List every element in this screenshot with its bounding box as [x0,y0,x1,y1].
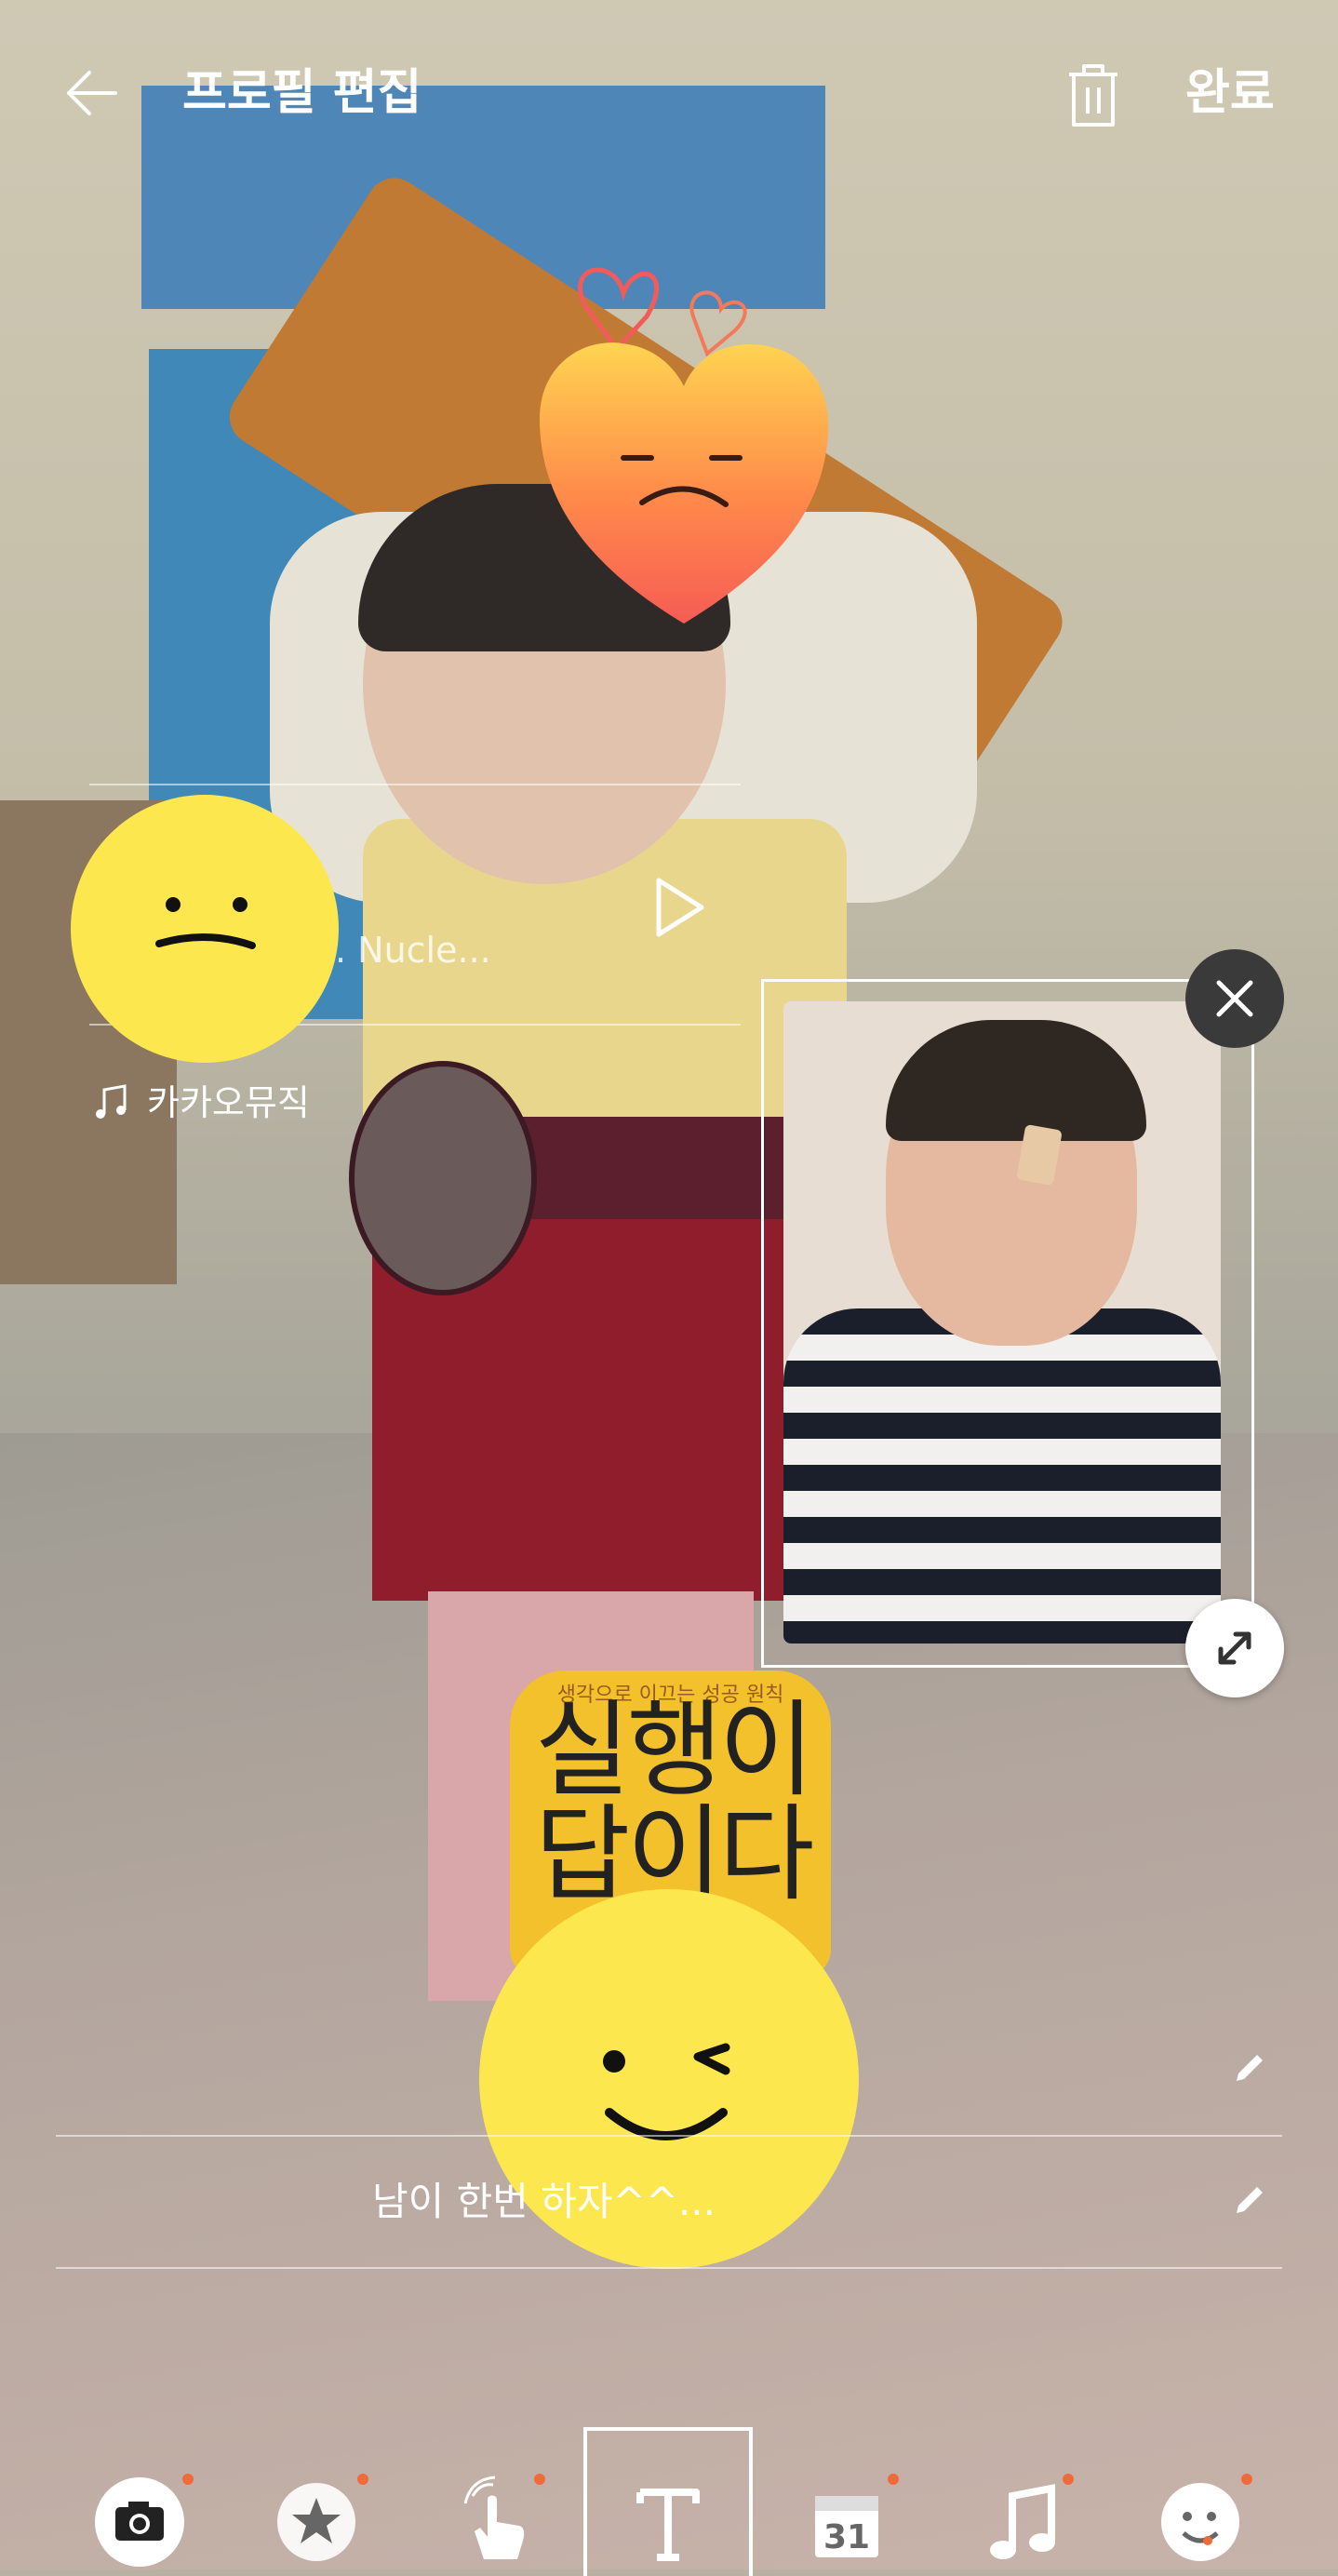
sticker-icon [277,2483,355,2561]
text-icon [636,2489,700,2561]
calendar-button[interactable]: 31 [800,2475,893,2569]
camera-button[interactable] [93,2475,186,2569]
kakao-music-label: 카카오뮤직 [147,1082,310,1123]
music-song-title: . Nucle... [335,930,491,971]
calendar-new-dot [888,2474,899,2485]
child-photo-sticker[interactable] [783,1001,1221,1644]
name-divider [56,2135,1282,2137]
neutral-face-icon [155,897,256,949]
calendar-icon: 31 [815,2496,878,2557]
camera-new-dot [182,2474,194,2485]
emoticon-button[interactable] [1154,2475,1247,2569]
gesture-icon [463,2475,525,2559]
gesture-new-dot [534,2474,545,2485]
heart-face-sticker[interactable] [535,251,833,624]
back-arrow-icon[interactable] [63,65,119,121]
calendar-day-label: 31 [823,2518,870,2556]
gesture-button[interactable] [447,2475,540,2569]
bottom-toolbar: 31 [0,2420,1338,2569]
trash-icon[interactable] [1065,61,1121,128]
emoticon-icon [1161,2483,1239,2561]
resize-arrows-icon [1218,1631,1251,1665]
music-top-divider [89,784,741,785]
music-new-dot [1063,2474,1074,2485]
done-button[interactable]: 완료 [1185,63,1275,123]
music-note-icon [96,1084,127,1119]
play-icon[interactable] [651,875,707,940]
page-title: 프로필 편집 [182,65,422,121]
text-button[interactable] [622,2475,715,2569]
camera-icon [95,2477,184,2567]
kakao-music-link[interactable]: 카카오뮤직 [93,1080,310,1126]
music-button[interactable] [977,2475,1070,2569]
resize-sticker-button[interactable] [1185,1599,1284,1697]
edit-status-pencil-icon[interactable] [1231,2181,1268,2219]
music-icon [990,2484,1055,2559]
status-message[interactable]: 남이 한번 하자^^... [372,2176,716,2228]
sticker-button[interactable] [270,2475,363,2569]
book-title: 실행이 답이다 [534,1690,814,1915]
neutral-face-sticker[interactable] [71,795,339,1063]
sticker-new-dot [357,2474,368,2485]
status-divider [56,2267,1282,2269]
emoticon-new-dot [1241,2474,1252,2485]
remove-sticker-button[interactable] [1185,949,1284,1048]
close-icon [1216,980,1253,1017]
edit-name-pencil-icon[interactable] [1231,2049,1268,2086]
header-bar: 프로필 편집 완료 [0,0,1338,186]
